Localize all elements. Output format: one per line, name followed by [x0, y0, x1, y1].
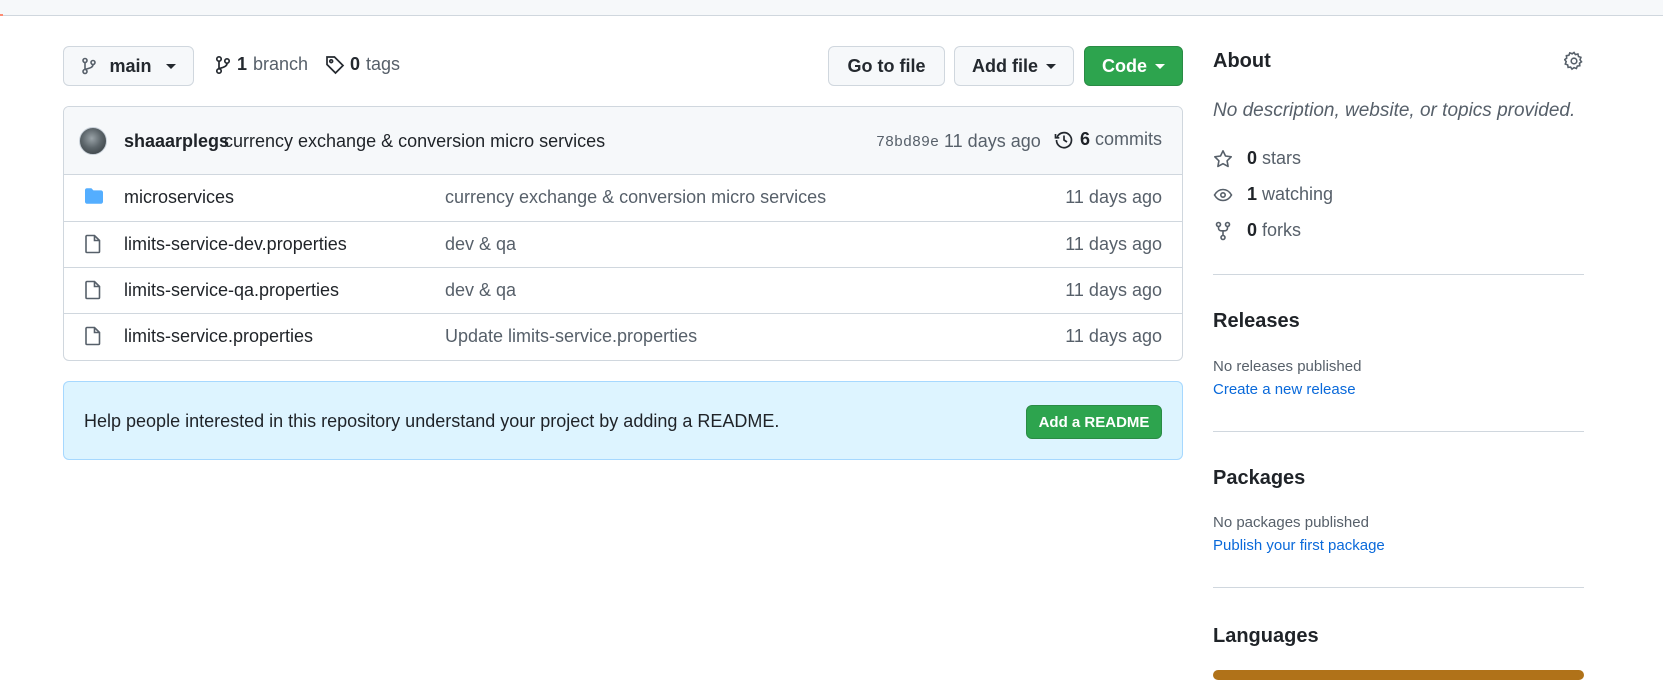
table-row[interactable]: limits-service-qa.properties dev & qa 11… [64, 267, 1182, 313]
branches-count: 1 [237, 54, 248, 74]
languages-heading: Languages [1213, 625, 1319, 647]
file-name[interactable]: limits-service-qa.properties [124, 280, 339, 301]
avatar[interactable] [79, 127, 107, 155]
file-icon [84, 326, 102, 346]
tab-underline-accent [0, 14, 3, 16]
stars-label: stars [1262, 148, 1302, 168]
releases-heading[interactable]: Releases [1213, 310, 1300, 333]
create-release-link[interactable]: Create a new release [1213, 381, 1356, 398]
go-to-file-button[interactable]: Go to file [828, 46, 945, 86]
forks-count: 0 [1247, 220, 1258, 240]
tags-label: tags [366, 54, 401, 74]
file-commit-message[interactable]: dev & qa [445, 280, 516, 301]
branch-icon [81, 57, 97, 75]
file-icon [84, 234, 102, 254]
commits-label: commits [1095, 129, 1163, 149]
branch-icon [215, 55, 231, 75]
about-heading: About [1213, 50, 1271, 72]
eye-icon [1213, 187, 1233, 203]
watching-count: 1 [1247, 184, 1258, 204]
folder-icon [84, 187, 104, 205]
readme-banner: Help people interested in this repositor… [63, 381, 1183, 460]
file-icon [84, 280, 102, 300]
readme-banner-text: Help people interested in this repositor… [84, 411, 780, 431]
commits-link[interactable]: 6 commits [1054, 129, 1162, 150]
commit-sha[interactable]: 78bd89e [876, 134, 939, 151]
chevron-down-icon [165, 63, 176, 69]
file-time: 11 days ago [1065, 187, 1162, 207]
gear-icon[interactable] [1564, 51, 1584, 71]
watching-link[interactable]: 1 watching [1213, 184, 1333, 205]
file-commit-message[interactable]: Update limits-service.properties [445, 326, 697, 347]
code-button[interactable]: Code [1084, 46, 1183, 86]
packages-empty-text: No packages published [1213, 514, 1369, 531]
file-commit-message[interactable]: currency exchange & conversion micro ser… [445, 187, 826, 208]
file-time: 11 days ago [1065, 234, 1162, 254]
go-to-file-label: Go to file [847, 55, 926, 76]
tags-count: 0 [350, 54, 361, 74]
forks-link[interactable]: 0 forks [1213, 220, 1301, 241]
language-bar[interactable] [1213, 670, 1584, 680]
file-name[interactable]: limits-service-dev.properties [124, 234, 347, 255]
branches-label: branch [253, 54, 309, 74]
latest-commit-row: shaaarplegs currency exchange & conversi… [64, 107, 1182, 175]
fork-icon [1213, 221, 1233, 241]
tag-icon [325, 55, 345, 75]
sidebar-divider [1213, 431, 1584, 432]
add-readme-button[interactable]: Add a README [1026, 405, 1162, 439]
history-icon [1054, 130, 1074, 150]
file-name[interactable]: microservices [124, 187, 234, 208]
about-description: No description, website, or topics provi… [1213, 100, 1576, 121]
file-time: 11 days ago [1065, 326, 1162, 346]
branches-link[interactable]: 1 branch [215, 54, 308, 75]
code-label: Code [1102, 55, 1147, 76]
file-name[interactable]: limits-service.properties [124, 326, 313, 347]
commit-time: 11 days ago [944, 131, 1041, 151]
file-time: 11 days ago [1065, 280, 1162, 300]
commit-message[interactable]: currency exchange & conversion micro ser… [224, 131, 605, 152]
stars-link[interactable]: 0 stars [1213, 148, 1301, 169]
add-file-label: Add file [972, 55, 1038, 76]
tags-link[interactable]: 0 tags [325, 54, 400, 75]
sidebar-divider [1213, 587, 1584, 588]
chevron-down-icon [1155, 63, 1165, 69]
star-icon [1213, 149, 1233, 169]
packages-heading[interactable]: Packages [1213, 467, 1305, 490]
file-commit-message[interactable]: dev & qa [445, 234, 516, 255]
commit-author[interactable]: shaaarplegs [124, 131, 229, 152]
releases-empty-text: No releases published [1213, 358, 1362, 375]
header-bottom-border [0, 0, 1663, 16]
chevron-down-icon [1046, 63, 1056, 69]
table-row[interactable]: limits-service-dev.properties dev & qa 1… [64, 221, 1182, 267]
forks-label: forks [1262, 220, 1302, 240]
branch-select-label: main [109, 55, 152, 76]
table-row[interactable]: limits-service.properties Update limits-… [64, 313, 1182, 359]
add-file-button[interactable]: Add file [954, 46, 1074, 86]
file-table: shaaarplegs currency exchange & conversi… [63, 106, 1183, 361]
commits-count: 6 [1080, 129, 1091, 149]
watching-label: watching [1262, 184, 1334, 204]
branch-select-button[interactable]: main [63, 46, 194, 86]
sidebar-divider [1213, 274, 1584, 275]
stars-count: 0 [1247, 148, 1258, 168]
publish-package-link[interactable]: Publish your first package [1213, 537, 1385, 554]
table-row[interactable]: microservices currency exchange & conver… [64, 175, 1182, 221]
